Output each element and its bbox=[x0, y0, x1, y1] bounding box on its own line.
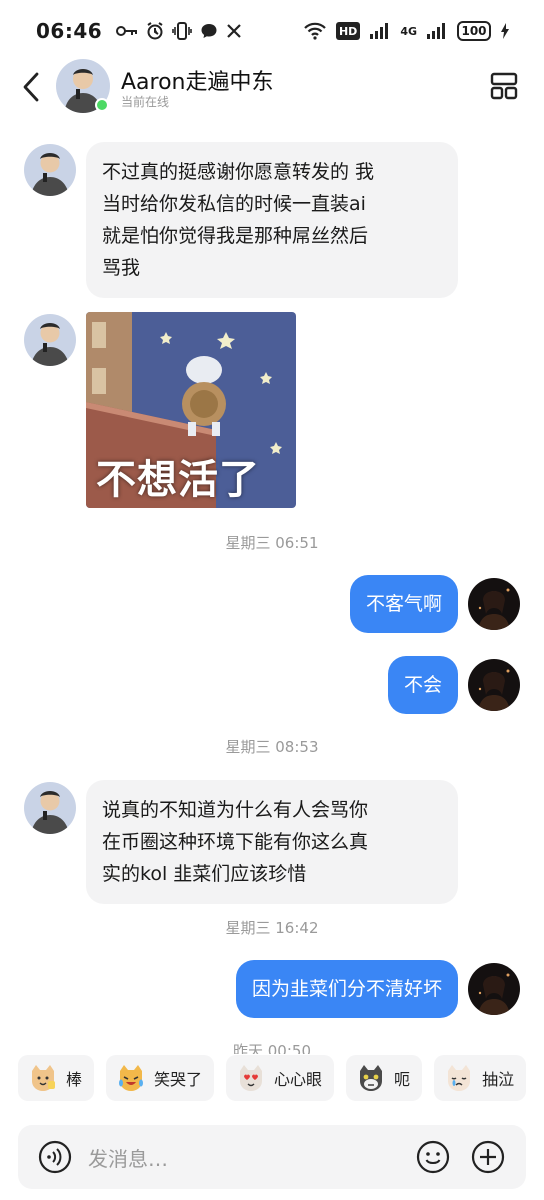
message-input[interactable]: 发消息… bbox=[88, 1143, 168, 1172]
sender-avatar[interactable] bbox=[24, 314, 76, 366]
incoming-message[interactable]: 说真的不知道为什么有人会骂你 在币圈这种环境下能有你这么真 实的kol 韭菜们应… bbox=[86, 780, 458, 904]
key-icon bbox=[116, 26, 138, 36]
timestamp: 星期三 06:51 bbox=[225, 534, 319, 552]
message-text: 不客气啊 bbox=[365, 593, 442, 615]
timestamp: 星期三 08:53 bbox=[225, 738, 319, 756]
wifi-icon bbox=[304, 22, 326, 40]
sender-avatar[interactable] bbox=[24, 782, 76, 834]
outgoing-message[interactable]: 因为韭菜们分不清好坏 bbox=[235, 960, 458, 1018]
hd-badge: HD bbox=[335, 22, 361, 40]
sticker-caption: 不想活了 bbox=[96, 457, 260, 503]
quick-reply-label: 呃 bbox=[394, 1070, 411, 1089]
quick-reply-label: 棒 bbox=[66, 1070, 83, 1089]
my-avatar[interactable] bbox=[468, 659, 520, 711]
plus-icon[interactable] bbox=[471, 1140, 505, 1174]
quick-reply-heart-eyes[interactable]: 心心眼 bbox=[226, 1055, 335, 1101]
outgoing-message[interactable]: 不客气啊 bbox=[349, 575, 458, 633]
status-right: HD 4G 100 bbox=[303, 21, 510, 41]
incoming-message[interactable]: 不过真的挺感谢你愿意转发的 我 当时给你发私信的时候一直装ai 就是怕你觉得我是… bbox=[86, 142, 458, 298]
quick-reply-label: 抽泣 bbox=[482, 1070, 515, 1089]
my-avatar[interactable] bbox=[468, 963, 520, 1015]
x-app-icon bbox=[227, 24, 241, 38]
message-line: 当时给你发私信的时候一直装ai bbox=[102, 193, 366, 215]
quick-reply-thumbs-up[interactable]: 棒 bbox=[18, 1055, 95, 1101]
cat-speechless-icon bbox=[360, 1065, 383, 1091]
message-input-bar: 发消息… bbox=[18, 1125, 526, 1189]
quick-reply-label: 笑哭了 bbox=[154, 1070, 203, 1089]
network-type: 4G bbox=[400, 24, 417, 38]
cat-laugh-cry-icon bbox=[119, 1065, 144, 1091]
sender-avatar[interactable] bbox=[24, 144, 76, 196]
back-button[interactable] bbox=[20, 72, 44, 102]
signal-icon bbox=[370, 23, 389, 39]
vibrate-icon bbox=[172, 22, 192, 40]
quick-reply-label: 心心眼 bbox=[274, 1070, 323, 1089]
battery-indicator: 100 bbox=[457, 21, 491, 41]
message-line: 实的kol 韭菜们应该珍惜 bbox=[102, 863, 307, 885]
timestamp: 星期三 16:42 bbox=[225, 919, 319, 937]
battery-level: 100 bbox=[461, 24, 487, 38]
quick-reply-laugh-cry[interactable]: 笑哭了 bbox=[106, 1055, 215, 1101]
message-text: 不会 bbox=[403, 674, 442, 696]
cat-sob-icon bbox=[448, 1065, 471, 1091]
chat-app-icon bbox=[201, 24, 217, 38]
online-status-dot bbox=[95, 98, 109, 112]
message-line: 在币圈这种环境下能有你这么真 bbox=[102, 831, 369, 853]
cat-heart-eyes-icon bbox=[240, 1065, 263, 1091]
hd-badge-label: HD bbox=[338, 24, 358, 38]
message-text: 因为韭菜们分不清好坏 bbox=[251, 978, 442, 1000]
message-line: 骂我 bbox=[102, 257, 141, 279]
message-line: 不过真的挺感谢你愿意转发的 我 bbox=[102, 161, 375, 183]
outgoing-message[interactable]: 不会 bbox=[387, 656, 458, 714]
contact-name[interactable]: Aaron走遍中东 bbox=[121, 64, 274, 96]
quick-reply-bar: 棒 笑哭了 心心眼 呃 抽泣 bbox=[0, 1054, 544, 1102]
status-time: 06:46 bbox=[36, 19, 103, 43]
chat-header: Aaron走遍中东 当前在线 bbox=[0, 52, 544, 122]
voice-input-icon[interactable] bbox=[38, 1140, 72, 1174]
signal-icon-2 bbox=[427, 23, 445, 39]
emoji-icon[interactable] bbox=[416, 1140, 450, 1174]
message-line: 说真的不知道为什么有人会骂你 bbox=[102, 799, 369, 821]
message-list[interactable]: 不过真的挺感谢你愿意转发的 我 当时给你发私信的时候一直装ai 就是怕你觉得我是… bbox=[0, 122, 544, 1060]
chat-settings-icon[interactable] bbox=[490, 72, 518, 100]
my-avatar[interactable] bbox=[468, 578, 520, 630]
charging-icon bbox=[501, 23, 509, 39]
status-left-icons bbox=[116, 22, 242, 40]
message-line: 就是怕你觉得我是那种屌丝然后 bbox=[102, 225, 369, 247]
quick-reply-speechless[interactable]: 呃 bbox=[346, 1055, 423, 1101]
cat-thumbs-up-icon bbox=[32, 1065, 55, 1091]
quick-reply-sob[interactable]: 抽泣 bbox=[434, 1055, 527, 1101]
sticker-message[interactable]: 不想活了 bbox=[86, 312, 296, 508]
presence-status: 当前在线 bbox=[121, 95, 170, 109]
alarm-icon bbox=[147, 22, 163, 40]
